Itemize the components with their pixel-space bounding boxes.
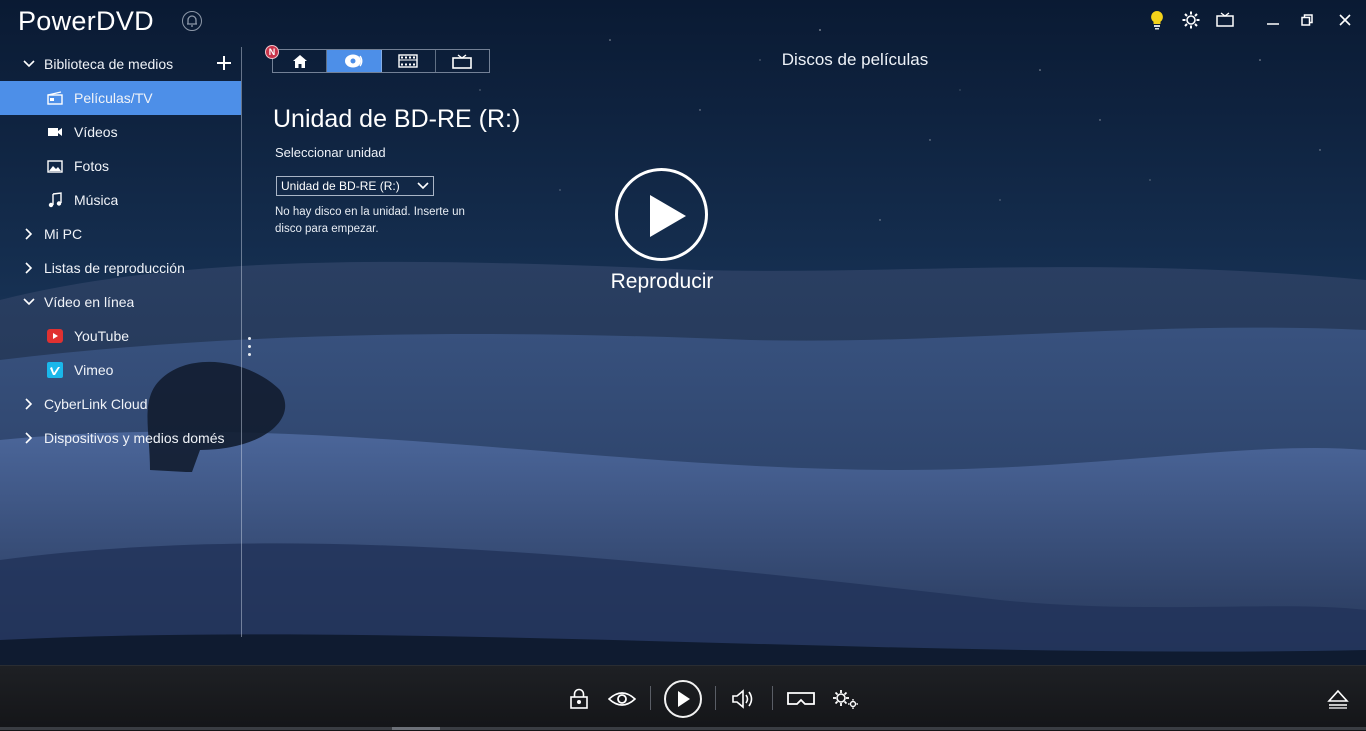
separator [715, 686, 716, 710]
tv-icon [452, 53, 473, 69]
sidebar-item-my-pc[interactable]: Mi PC [0, 217, 241, 251]
vimeo-icon [47, 362, 63, 378]
notification-bell-icon[interactable] [182, 11, 202, 31]
music-note-icon [47, 192, 63, 208]
sidebar-item-label: Música [74, 192, 119, 208]
play-icon[interactable] [664, 679, 702, 718]
separator [772, 686, 773, 710]
window-controls [1140, 0, 1366, 40]
sidebar-item-label: YouTube [74, 328, 130, 344]
chevron-down-icon[interactable] [22, 295, 36, 309]
section-title: Discos de películas [781, 50, 929, 69]
settings-icon[interactable] [1174, 0, 1208, 40]
select-drive-label: Seleccionar unidad [275, 145, 386, 160]
film-icon [398, 54, 418, 68]
sidebar-item-label: Dispositivos y medios domés [44, 430, 225, 446]
new-badge: N [265, 45, 279, 59]
bulb-icon[interactable] [1140, 0, 1174, 40]
vr-headset-icon[interactable] [784, 666, 818, 731]
sidebar-item-movies-tv[interactable]: Películas/TV [0, 81, 241, 115]
sidebar-item-label: Vídeos [74, 124, 118, 140]
chevron-right-icon[interactable] [22, 261, 36, 275]
home-icon [292, 54, 307, 68]
sidebar-item-playlists[interactable]: Listas de reproducción [0, 251, 241, 285]
video-camera-icon [47, 124, 63, 140]
drive-title: Unidad de BD-RE (R:) [273, 105, 521, 133]
sidebar-item-home-devices[interactable]: Dispositivos y medios domés [0, 421, 241, 455]
play-label[interactable]: Reproducir [590, 270, 734, 294]
media-tabs [272, 49, 490, 73]
sidebar-item-label: CyberLink Cloud [44, 396, 148, 412]
disc-icon [344, 54, 363, 68]
play-control-button[interactable] [662, 666, 704, 731]
tab-tv[interactable] [436, 50, 489, 72]
sidebar-item-photos[interactable]: Fotos [0, 149, 241, 183]
control-bar [0, 665, 1366, 731]
tv-mode-icon[interactable] [1208, 0, 1242, 40]
sidebar-item-label: Películas/TV [74, 90, 153, 106]
photo-icon [47, 158, 63, 174]
close-icon[interactable] [1324, 0, 1366, 40]
separator [650, 686, 651, 710]
tab-movies[interactable] [382, 50, 436, 72]
sidebar-item-cyberlink-cloud[interactable]: CyberLink Cloud [0, 387, 241, 421]
tab-disc[interactable] [327, 50, 382, 72]
chevron-down-icon[interactable] [22, 57, 36, 71]
sidebar-item-label: Mi PC [44, 226, 83, 242]
sidebar-item-label: Biblioteca de medios [44, 56, 174, 72]
movie-tv-icon [47, 90, 63, 106]
sidebar-item-label: Vídeo en línea [44, 294, 135, 310]
sidebar-item-videos[interactable]: Vídeos [0, 115, 241, 149]
play-button[interactable] [615, 168, 708, 261]
sidebar-item-label: Listas de reproducción [44, 260, 185, 276]
drive-select-value: Unidad de BD-RE (R:) [281, 179, 400, 193]
sidebar-divider[interactable] [241, 47, 242, 637]
app-title: PowerDVD [18, 6, 154, 36]
volume-icon[interactable] [726, 666, 760, 731]
sidebar-item-online-video[interactable]: Vídeo en línea [0, 285, 241, 319]
no-disc-message: No hay disco en la unidad. Inserte un di… [275, 206, 465, 235]
sidebar-item-label: Vimeo [74, 362, 114, 378]
sidebar-item-vimeo[interactable]: Vimeo [0, 353, 241, 387]
minimize-icon[interactable] [1256, 0, 1290, 40]
eye-icon[interactable] [604, 666, 640, 731]
chevron-right-icon[interactable] [22, 397, 36, 411]
lock-icon[interactable] [562, 666, 596, 731]
settings-gears-icon[interactable] [828, 666, 862, 731]
youtube-icon [47, 328, 63, 344]
chevron-down-icon [417, 180, 429, 195]
play-icon [650, 195, 686, 237]
sidebar-item-media-library[interactable]: Biblioteca de medios [0, 47, 241, 81]
sidebar-item-music[interactable]: Música [0, 183, 241, 217]
chevron-right-icon[interactable] [22, 431, 36, 445]
restore-icon[interactable] [1290, 0, 1324, 40]
sidebar: Biblioteca de medios Películas/TV Vídeos… [0, 47, 241, 467]
eject-icon[interactable] [1322, 666, 1354, 731]
chevron-right-icon[interactable] [22, 227, 36, 241]
sidebar-item-label: Fotos [74, 158, 110, 174]
sidebar-item-youtube[interactable]: YouTube [0, 319, 241, 353]
drive-select[interactable]: Unidad de BD-RE (R:) [276, 176, 434, 196]
sidebar-resize-grip-icon[interactable] [248, 337, 251, 361]
tab-home[interactable] [273, 50, 328, 72]
add-icon[interactable] [215, 54, 233, 72]
